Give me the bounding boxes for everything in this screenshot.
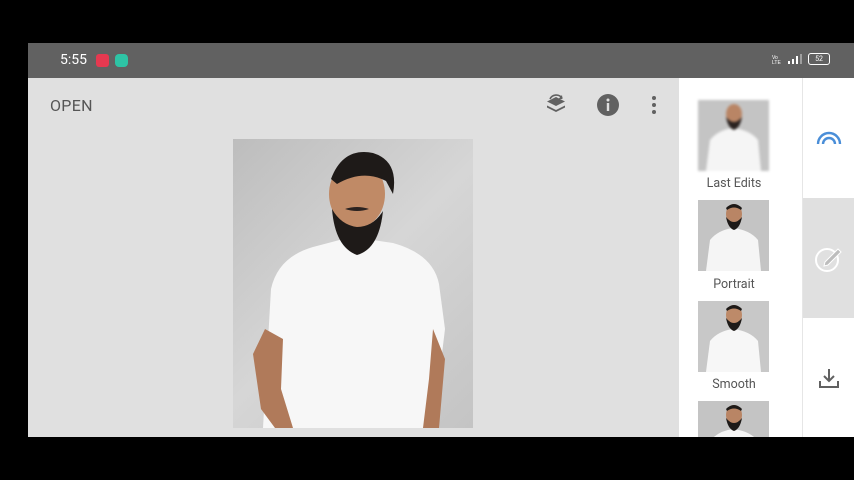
look-thumbnail xyxy=(698,200,769,271)
app-screen: 5:55 Vo LTE 52 OPEN Last Edits Portrait … xyxy=(28,43,854,437)
portrait-image xyxy=(253,152,445,428)
look-label: Smooth xyxy=(712,377,756,392)
layers-undo-icon xyxy=(547,94,565,112)
look-thumbnail xyxy=(698,401,769,437)
open-button[interactable]: OPEN xyxy=(50,96,93,115)
editor-canvas: OPEN xyxy=(28,78,679,437)
looks-panel: Last Edits Portrait Smooth xyxy=(679,78,802,437)
tools-pen-icon xyxy=(815,248,842,272)
thumbnail-image xyxy=(698,301,769,372)
status-time: 5:55 xyxy=(60,52,87,68)
look-thumbnail xyxy=(698,301,769,372)
look-label: Portrait xyxy=(713,277,755,292)
svg-text:LTE: LTE xyxy=(772,60,781,65)
info-button[interactable] xyxy=(595,92,621,118)
more-vert-icon xyxy=(652,96,656,114)
status-bar: 5:55 Vo LTE 52 xyxy=(28,43,854,78)
screen-record-icon xyxy=(96,54,109,67)
download-icon xyxy=(819,369,839,388)
thumbnail-image xyxy=(698,100,769,171)
signal-icon xyxy=(788,54,802,64)
looks-rainbow-icon xyxy=(816,131,842,145)
volte-icon: VoLTE xyxy=(772,55,781,65)
message-notification-icon xyxy=(115,54,128,67)
more-options-button[interactable] xyxy=(641,92,667,118)
thumbnail-image xyxy=(698,200,769,271)
battery-icon: 52 xyxy=(808,53,830,65)
edit-stack-button[interactable] xyxy=(543,92,569,118)
look-thumbnail xyxy=(698,100,769,171)
status-indicators: Vo LTE 52 xyxy=(772,53,830,65)
looks-tool-button[interactable] xyxy=(803,78,854,198)
tools-button[interactable] xyxy=(803,198,854,318)
tool-rail xyxy=(802,78,854,437)
thumbnail-image xyxy=(698,401,769,437)
export-button[interactable] xyxy=(803,318,854,437)
edited-photo[interactable] xyxy=(233,139,473,428)
info-icon xyxy=(597,94,619,116)
look-label: Last Edits xyxy=(706,176,762,191)
